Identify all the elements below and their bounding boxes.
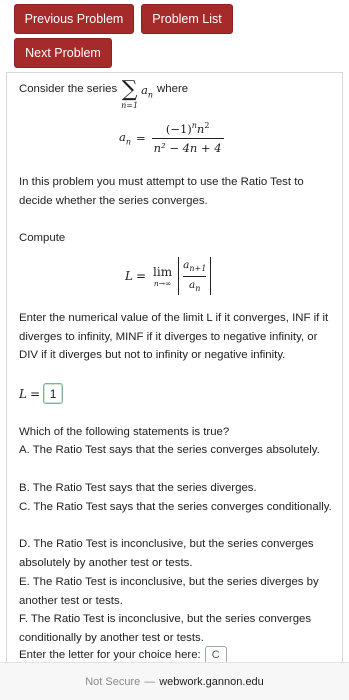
- problem-list-button[interactable]: Problem List: [141, 4, 233, 34]
- limit-answer-input[interactable]: 1: [43, 383, 64, 404]
- intro-where: where: [157, 83, 189, 95]
- answer-label: L: [19, 386, 27, 401]
- summation-symbol: ∑ n=1: [121, 77, 139, 111]
- security-indicator: Not Secure: [85, 675, 141, 688]
- option-c: C. The Ratio Test says that the series c…: [19, 501, 332, 513]
- summation-lower-index: n=1: [121, 101, 139, 110]
- an-formula: an = (−1)nn2 n² − 4n + 4: [119, 121, 224, 155]
- ratio-denominator: an: [183, 275, 207, 293]
- ratio-test-instructions: In this problem you must attempt to use …: [19, 176, 304, 207]
- compute-label: Compute: [19, 232, 66, 244]
- next-problem-button[interactable]: Next Problem: [14, 38, 112, 68]
- option-e: E. The Ratio Test is inconclusive, but t…: [19, 576, 319, 607]
- an-numerator: (−1)nn2: [165, 121, 210, 136]
- series-term: an: [141, 83, 154, 100]
- limit-formula: L = lim n→∞ an+1 an: [125, 257, 212, 295]
- domain-text: webwork.gannon.edu: [159, 675, 264, 688]
- an-denominator: n² − 4n + 4: [151, 137, 224, 155]
- question-text: Which of the following statements is tru…: [19, 426, 230, 438]
- limit-answer-row: L = 1: [19, 383, 64, 404]
- an-lhs: an: [119, 129, 132, 147]
- intro-text: Consider the series: [19, 83, 118, 95]
- previous-problem-button[interactable]: Previous Problem: [14, 4, 134, 34]
- ratio-absolute-value: an+1 an: [178, 257, 212, 295]
- problem-body: Consider the series ∑ n=1 an where an = …: [6, 72, 343, 672]
- browser-address-bar[interactable]: Not Secure — webwork.gannon.edu: [0, 662, 349, 700]
- address-separator: —: [144, 675, 156, 688]
- option-d: D. The Ratio Test is inconclusive, but t…: [19, 538, 314, 569]
- option-f: F. The Ratio Test is inconclusive, but t…: [19, 613, 312, 644]
- an-fraction: (−1)nn2 n² − 4n + 4: [151, 121, 224, 155]
- option-a: A. The Ratio Test says that the series c…: [19, 444, 320, 456]
- problem-navigation: Previous Problem Problem List Next Probl…: [0, 0, 349, 78]
- ratio-numerator: an+1: [183, 259, 207, 274]
- answer-instructions: Enter the numerical value of the limit L…: [19, 312, 329, 362]
- series-statement: Consider the series ∑ n=1 an where: [19, 79, 189, 111]
- limit-operator: lim n→∞: [153, 264, 173, 288]
- limit-L: L: [125, 269, 133, 283]
- choice-prompt: Enter the letter for your choice here:: [19, 649, 201, 661]
- option-b: B. The Ratio Test says that the series d…: [19, 482, 257, 494]
